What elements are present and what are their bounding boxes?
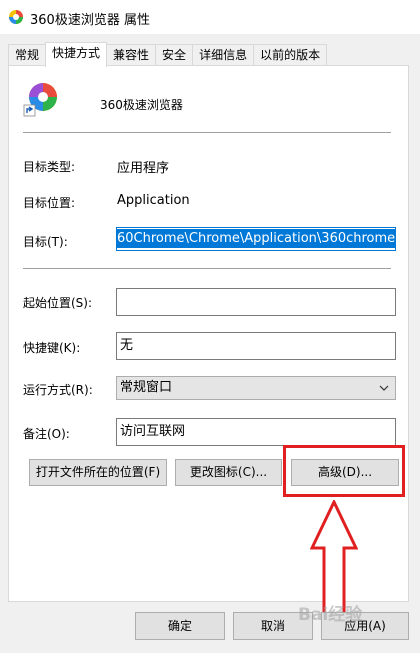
tab-previous-versions[interactable]: 以前的版本 <box>253 44 328 66</box>
separator <box>23 268 391 269</box>
run-select-value: 常规窗口 <box>120 380 173 395</box>
change-icon-button[interactable]: 更改图标(C)... <box>175 459 282 486</box>
tab-compatibility[interactable]: 兼容性 <box>106 44 157 66</box>
hotkey-input[interactable]: 无 <box>116 332 396 360</box>
tab-security[interactable]: 安全 <box>155 44 194 66</box>
chevron-down-icon <box>379 385 389 391</box>
open-file-location-button[interactable]: 打开文件所在的位置(F) <box>29 459 167 486</box>
target-input[interactable]: 60Chrome\Chrome\Application\360chrome.ex… <box>116 227 396 251</box>
run-select[interactable]: 常规窗口 <box>116 376 396 400</box>
start-in-label: 起始位置(S): <box>23 296 93 310</box>
title-bar: 360极速浏览器 属性 <box>0 0 420 34</box>
tab-shortcut[interactable]: 快捷方式 <box>45 42 108 67</box>
comment-label: 备注(O): <box>23 427 70 441</box>
target-location-label: 目标位置: <box>23 196 76 210</box>
target-type-label: 目标类型: <box>23 160 76 174</box>
target-input-text: 60Chrome\Chrome\Application\360chrome.ex… <box>117 229 395 248</box>
highlight-box <box>283 445 405 497</box>
shortcut-name: 360极速浏览器 <box>100 98 183 112</box>
watermark: Bai经验 <box>298 605 363 625</box>
tab-details[interactable]: 详细信息 <box>192 44 255 66</box>
ok-button[interactable]: 确定 <box>135 612 225 640</box>
run-label: 运行方式(R): <box>23 383 93 397</box>
start-in-input[interactable] <box>116 288 396 316</box>
target-type-value: 应用程序 <box>117 161 170 176</box>
tab-general[interactable]: 常规 <box>8 44 47 66</box>
comment-input[interactable]: 访问互联网 <box>116 418 396 446</box>
hotkey-label: 快捷键(K): <box>23 341 81 355</box>
target-label: 目标(T): <box>23 235 68 249</box>
window-title: 360极速浏览器 属性 <box>30 13 150 28</box>
properties-window: 360极速浏览器 属性 常规 快捷方式 兼容性 安全 详细信息 以前的版本 36… <box>0 0 420 653</box>
tab-strip: 常规 快捷方式 兼容性 安全 详细信息 以前的版本 <box>8 42 328 67</box>
browser-logo-icon <box>9 10 23 24</box>
target-location-value: Application <box>117 193 190 208</box>
separator <box>23 132 391 133</box>
shortcut-app-icon <box>23 83 57 117</box>
